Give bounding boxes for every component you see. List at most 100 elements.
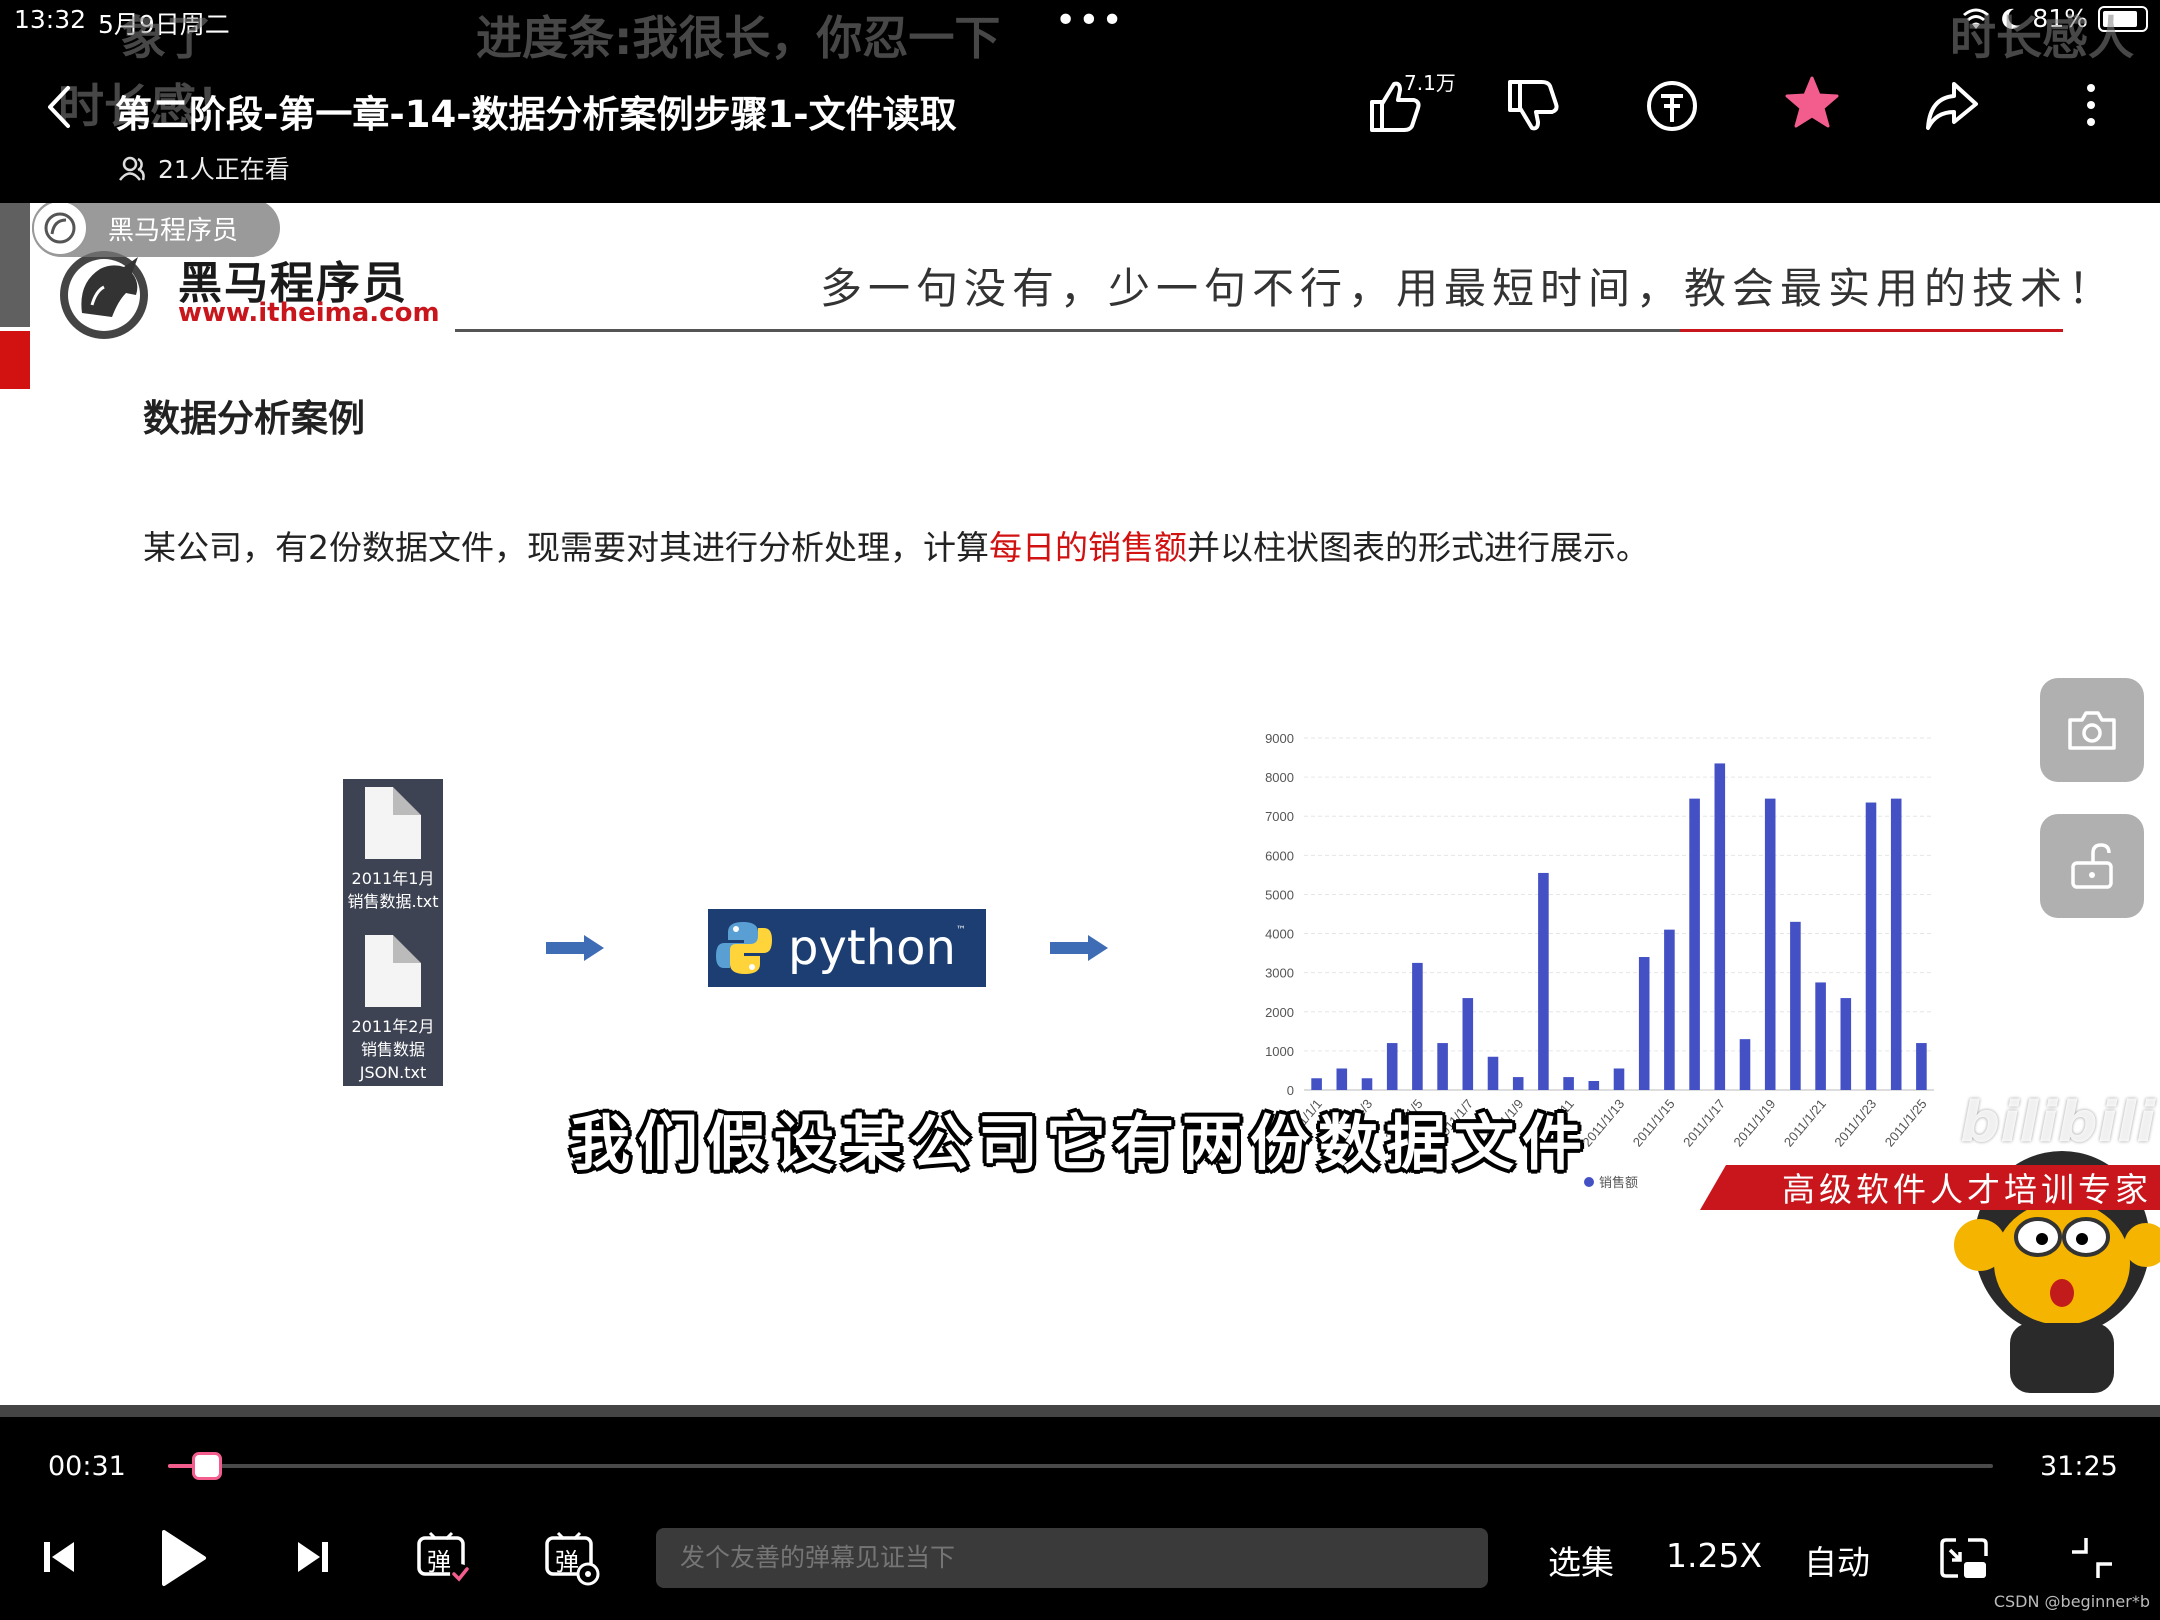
screenshot-button[interactable] [2040,678,2144,782]
chart-bar [1512,1077,1524,1090]
desc-text-end: 并以柱状图表的形式进行展示。 [1187,528,1649,567]
viewer-count: 21人正在看 [118,150,290,186]
chart-bar [1487,1056,1499,1090]
more-vertical-icon[interactable] [2076,80,2106,130]
viewer-count-text: 21人正在看 [158,155,290,184]
chart-bar [1840,998,1852,1090]
danmaku-toggle-label: 弹 [427,1548,451,1576]
danmaku-comment: 象了 [120,11,212,65]
dislike-icon[interactable] [1502,76,1562,136]
favorite-star-icon[interactable] [1782,74,1842,134]
back-arrow-icon[interactable] [40,82,80,132]
chart-bar [1689,798,1700,1090]
chart-bar [1865,802,1877,1090]
y-tick-label: 1000 [1265,1044,1294,1059]
flow-arrow-icon [546,935,604,961]
desc-text: 某公司，有2份数据文件，现需要对其进行分析处理，计算 [143,528,989,567]
danmaku-settings-button[interactable]: 弹 [544,1530,600,1586]
status-time: 13:32 [14,5,87,34]
chart-bar [1437,1043,1448,1090]
text-file-icon [365,935,421,1007]
chart-bar [1613,1068,1625,1090]
file-name-line: 销售数据 [360,1040,425,1059]
chart-bar [1714,763,1726,1090]
chart-bar [1890,798,1902,1090]
multitask-dots-icon[interactable]: ••• [1055,0,1125,41]
video-bottom-edge [0,1405,2160,1417]
slide-description: 某公司，有2份数据文件，现需要对其进行分析处理，计算每日的销售额并以柱状图表的形… [143,521,1649,569]
data-files-panel: 2011年1月 销售数据.txt 2011年2月 销售数据 JSON.txt [343,779,443,1086]
progress-bar[interactable] [168,1452,1993,1480]
uploader-avatar [32,203,88,256]
episodes-button[interactable]: 选集 [1548,1536,1614,1584]
text-file-icon [365,787,421,859]
video-title: 第二阶段-第一章-14-数据分析案例步骤1-文件读取 [115,93,957,136]
y-tick-label: 6000 [1265,848,1294,863]
viewers-icon [119,156,145,181]
duration: 31:25 [2040,1451,2118,1482]
previous-icon[interactable] [42,1538,76,1576]
slide-slogan: 多一句没有，少一句不行，用最短时间，教会最实用的技术！ [820,264,2117,313]
coin-icon[interactable] [1642,76,1702,136]
slide-strip [0,203,30,327]
y-tick-label: 5000 [1265,887,1294,902]
file-name-line: 2011年2月 [351,1017,435,1036]
playback-speed-button[interactable]: 1.25X [1666,1536,1762,1575]
unlock-icon [2071,843,2113,889]
video-frame[interactable]: 黑马程序员 www.itheima.com 黑马程序员 多一句没有，少一句不行，… [0,203,2160,1408]
uploader-badge[interactable]: 黑马程序员 [32,203,280,257]
file-name-line: 销售数据.txt [347,892,439,911]
like-count: 7.1万 [1404,71,1456,95]
chart-bar [1311,1078,1322,1090]
file-name-line: 2011年1月 [351,869,435,888]
share-icon[interactable] [1922,76,1982,136]
python-wordmark: python [788,920,956,976]
y-tick-label: 9000 [1265,731,1294,746]
exit-fullscreen-icon[interactable] [2068,1534,2116,1582]
chart-bar [1739,1039,1751,1090]
logo-url: www.itheima.com [178,298,440,328]
slide-heading: 数据分析案例 [143,397,365,440]
chart-bar [1336,1068,1348,1090]
next-icon[interactable] [296,1538,330,1576]
divider [455,329,1680,332]
camera-icon [2068,711,2116,750]
y-tick-label: 8000 [1265,770,1294,785]
screen-lock-button[interactable] [2040,814,2144,918]
chart-bar [1790,921,1801,1090]
progress-thumb[interactable] [192,1452,223,1480]
danmaku-toggle-button[interactable]: 弹 [416,1530,472,1586]
quality-button[interactable]: 自动 [1804,1536,1870,1584]
chart-bar [1361,1078,1373,1090]
danmaku-input[interactable] [656,1528,1488,1588]
chart-bar [1563,1077,1574,1090]
status-bar: 13:32 5月9日周二 ••• 81% [0,0,2160,41]
y-tick-label: 4000 [1265,927,1294,942]
python-trademark: ™ [955,924,966,936]
chart-bar [1815,982,1826,1090]
chart-bar [1412,962,1423,1090]
y-tick-label: 7000 [1265,809,1294,824]
picture-in-picture-icon[interactable] [1938,1534,1990,1582]
danmaku-comment: 进度条:我很长，你忍一下 [476,11,1001,65]
uploader-name: 黑马程序员 [108,215,239,246]
video-subtitle: 我们假设某公司它有两份数据文件 [570,1109,1590,1179]
chart-bar [1664,929,1675,1090]
chart-bar [1638,957,1650,1090]
chart-bar [1386,1043,1398,1090]
current-time: 00:31 [48,1451,126,1482]
itheima-logo-icon [60,251,148,339]
danmaku-settings-label: 弹 [555,1548,579,1576]
danmaku-comment: 时长感人 [1950,11,2134,65]
flow-arrow-icon [1050,935,1108,961]
desc-highlight: 每日的销售额 [989,528,1187,567]
chart-bar [1538,872,1549,1090]
y-tick-label: 2000 [1265,1005,1294,1020]
play-icon[interactable] [158,1528,208,1588]
divider-accent [1680,329,2063,332]
chart-bar [1916,1043,1927,1090]
slide-strip-red [0,331,30,389]
y-tick-label: 3000 [1265,966,1294,981]
python-snake-icon [716,922,772,974]
csdn-watermark: CSDN @beginner*b [1993,1592,2150,1611]
